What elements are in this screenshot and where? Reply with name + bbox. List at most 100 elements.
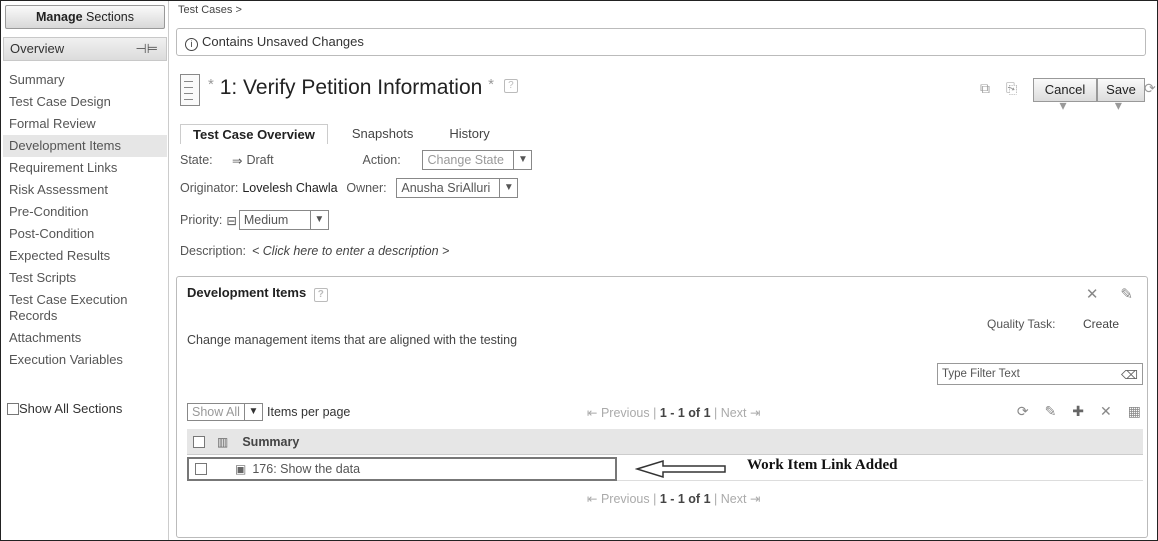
sidebar-item-pre-condition[interactable]: Pre-Condition <box>3 201 167 223</box>
unsaved-star: * <box>208 76 214 93</box>
row-checkbox[interactable] <box>195 463 207 475</box>
action-label: Action: <box>362 153 401 167</box>
sidebar-item-test-scripts[interactable]: Test Scripts <box>3 267 167 289</box>
sidebar-item-summary[interactable]: Summary <box>3 69 167 91</box>
overview-header[interactable]: Overview ⊣⊨ <box>3 37 167 61</box>
state-label: State: <box>180 153 213 167</box>
info-icon: i <box>185 38 198 51</box>
originator-label: Originator: <box>180 181 239 195</box>
show-all-checkbox[interactable] <box>7 402 19 415</box>
priority-select[interactable]: Medium ▼ <box>238 210 329 230</box>
priority-label: Priority: <box>180 213 223 227</box>
chevron-down-icon: ▼ <box>499 179 518 197</box>
arrow-right-icon: ⇒ <box>232 153 243 168</box>
tab-test-case-overview[interactable]: Test Case Overview <box>180 124 328 144</box>
unsaved-star-end: * <box>488 76 495 93</box>
chevron-down-icon: ▼ <box>513 151 532 169</box>
table-row: ▣ 176: Show the data Work Item Link Adde… <box>187 457 1143 481</box>
duplicate-icon[interactable]: ⎘ <box>1006 80 1017 114</box>
title-text[interactable]: 1: Verify Petition Information <box>220 76 483 99</box>
manage-sections-button[interactable]: Manage Sections <box>5 5 165 29</box>
show-all-label: Show All Sections <box>19 401 123 416</box>
sidebar-item-risk-assessment[interactable]: Risk Assessment <box>3 179 167 201</box>
sidebar-item-post-condition[interactable]: Post-Condition <box>3 223 167 245</box>
edit-icon[interactable]: ✎ <box>1120 285 1133 303</box>
page-range: 1 - 1 of 1 <box>659 492 711 506</box>
close-icon[interactable]: ✕ <box>1086 285 1099 303</box>
originator-value: Lovelesh Chawla <box>242 181 338 195</box>
grid-toolbar: ⟳ ✎ ✚ ✕ ▦ <box>1017 403 1141 420</box>
breadcrumb[interactable]: Test Cases > <box>178 4 242 16</box>
sidebar-item-development-items[interactable]: Development Items <box>3 135 167 157</box>
delete-icon[interactable]: ✕ <box>1100 403 1112 420</box>
items-per-page-select[interactable]: Show All ▼ <box>187 403 263 421</box>
action-select[interactable]: Change State ▼ <box>422 150 533 170</box>
originator-row: Originator: Lovelesh Chawla Owner: Anush… <box>180 178 519 198</box>
page-title: * 1: Verify Petition Information * ? <box>208 76 518 100</box>
edit-document-icon[interactable]: ✎ <box>1045 403 1057 420</box>
unsaved-banner: i Contains Unsaved Changes <box>176 28 1146 56</box>
previous-link[interactable]: Previous <box>601 492 650 506</box>
cancel-button[interactable]: Cancel <box>1033 78 1097 102</box>
items-per-page-label: Items per page <box>267 405 351 419</box>
sidebar-item-execution-variables[interactable]: Execution Variables <box>3 349 167 371</box>
clear-filter-icon[interactable]: ⌫ <box>1121 365 1138 385</box>
priority-row: Priority: ⊟ Medium ▼ <box>180 210 329 230</box>
state-row: State: ⇒ Draft Action: Change State ▼ <box>180 150 533 170</box>
owner-select[interactable]: Anusha SriAlluri ▼ <box>396 178 519 198</box>
pager-bottom: ⇤ Previous | 1 - 1 of 1 | Next ⇥ <box>587 492 761 506</box>
refresh-icon[interactable]: ⟳ <box>1144 80 1156 114</box>
panel-description: Change management items that are aligned… <box>187 333 518 347</box>
grid-header: ▥ Summary <box>187 429 1143 455</box>
annotation-label: Work Item Link Added <box>747 457 898 473</box>
page-range: 1 - 1 of 1 <box>659 406 711 420</box>
next-icon: ⇥ <box>749 406 761 420</box>
filter-input[interactable]: Type Filter Text ⌫ <box>937 363 1143 385</box>
title-row: * 1: Verify Petition Information * ? ⧉ ⎘… <box>180 70 1156 113</box>
chevron-down-icon: ▼ <box>243 404 262 420</box>
overview-label: Overview <box>10 41 65 56</box>
pager-row: Show All ▼ Items per page ⇤ Previous | 1… <box>187 403 1143 425</box>
priority-icon: ⊟ <box>226 213 237 228</box>
sidebar-item-attachments[interactable]: Attachments <box>3 327 167 349</box>
refresh-icon[interactable]: ⟳ <box>1017 403 1029 420</box>
sidebar-item-formal-review[interactable]: Formal Review <box>3 113 167 135</box>
quality-task-label: Quality Task: <box>987 317 1056 331</box>
prev-icon: ⇤ <box>587 406 598 420</box>
description-row: Description: < Click here to enter a des… <box>180 244 449 258</box>
highlight-box: ▣ 176: Show the data <box>187 457 617 481</box>
sidebar-item-test-case-execution-records[interactable]: Test Case Execution Records <box>3 289 167 327</box>
next-link[interactable]: Next <box>721 406 747 420</box>
pager: ⇤ Previous | 1 - 1 of 1 | Next ⇥ <box>587 406 761 420</box>
annotation-arrow <box>635 459 726 479</box>
work-item-link[interactable]: ▣ 176: Show the data <box>235 462 360 476</box>
next-icon: ⇥ <box>749 492 761 506</box>
state-value: Draft <box>246 153 274 167</box>
sidebar-item-requirement-links[interactable]: Requirement Links <box>3 157 167 179</box>
previous-link[interactable]: Previous <box>601 406 650 420</box>
chevron-down-icon: ▼ <box>309 211 328 229</box>
columns-icon[interactable]: ▥ <box>217 435 228 449</box>
columns-icon[interactable]: ▦ <box>1128 403 1141 420</box>
panel-title: Development Items ? <box>187 285 328 302</box>
description-placeholder[interactable]: < Click here to enter a description > <box>252 244 449 258</box>
sidebar-item-test-case-design[interactable]: Test Case Design <box>3 91 167 113</box>
show-all-sections[interactable]: Show All Sections <box>7 401 122 416</box>
create-link[interactable]: Create <box>1083 317 1119 331</box>
help-icon[interactable]: ? <box>503 79 518 93</box>
save-button[interactable]: Save <box>1097 78 1145 102</box>
sidebar-item-expected-results[interactable]: Expected Results <box>3 245 167 267</box>
pin-icon[interactable]: ⊣⊨ <box>135 38 158 60</box>
column-summary[interactable]: Summary <box>242 435 299 449</box>
next-link[interactable]: Next <box>721 492 747 506</box>
tab-bar: Test Case Overview Snapshots History <box>180 124 514 144</box>
owner-label: Owner: <box>346 181 387 195</box>
add-icon[interactable]: ✚ <box>1072 403 1084 420</box>
tab-snapshots[interactable]: Snapshots <box>340 124 425 144</box>
tab-history[interactable]: History <box>437 124 501 144</box>
copy-icon[interactable]: ⧉ <box>980 80 990 114</box>
help-icon[interactable]: ? <box>313 288 328 302</box>
select-all-checkbox[interactable] <box>193 435 205 448</box>
section-nav: Summary Test Case Design Formal Review D… <box>3 69 167 371</box>
unsaved-text: Contains Unsaved Changes <box>202 34 364 49</box>
